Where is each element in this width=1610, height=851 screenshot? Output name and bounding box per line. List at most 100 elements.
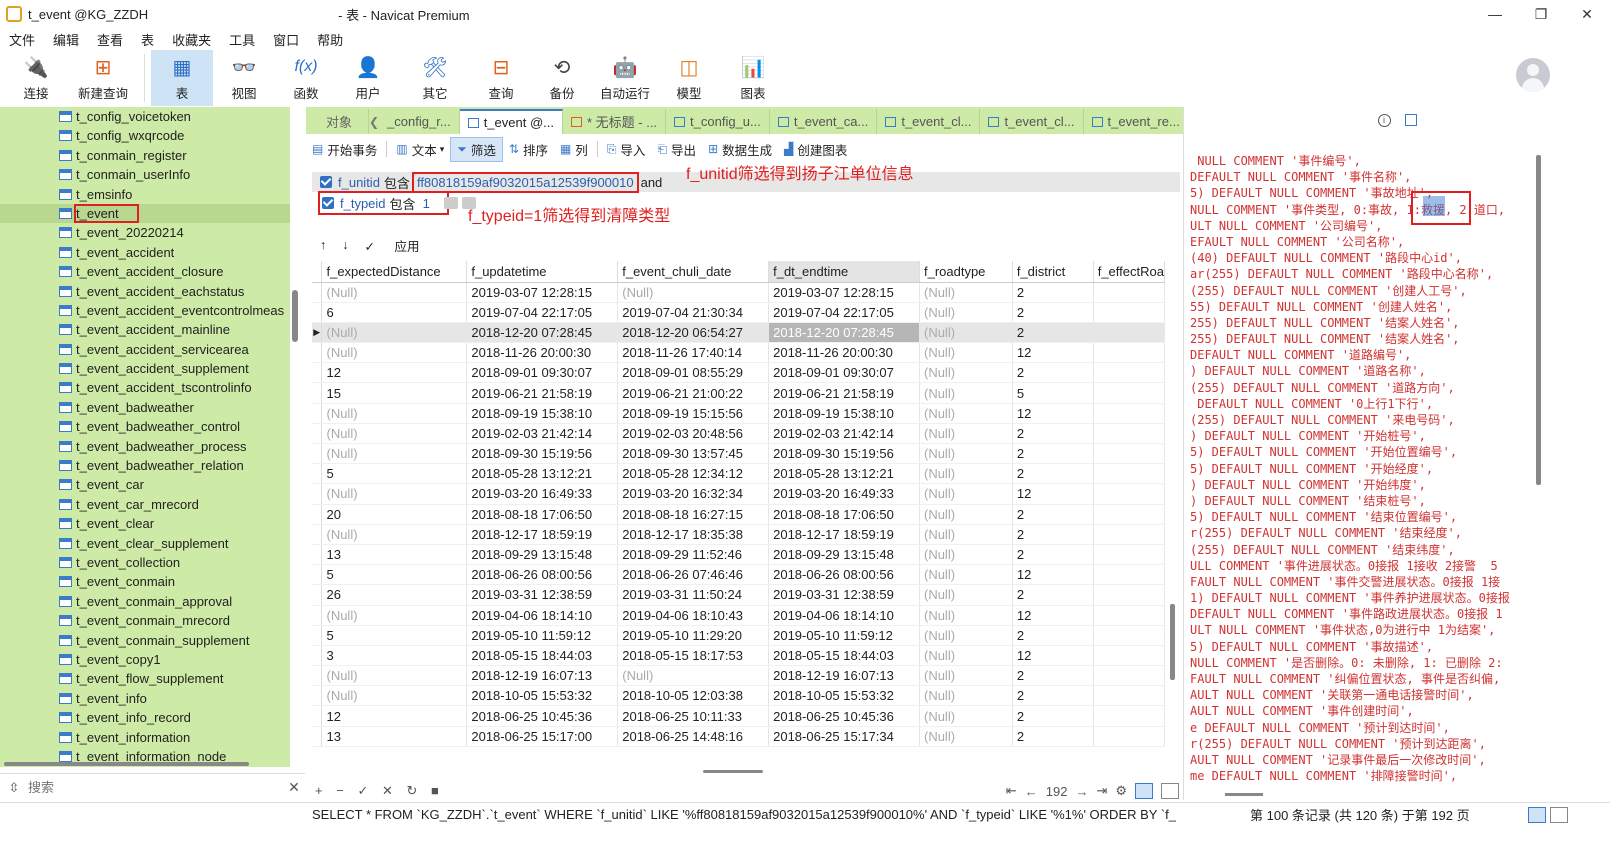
sidebar-item-t-event-accident-eachstatus[interactable]: t_event_accident_eachstatus bbox=[0, 282, 290, 301]
table-cell[interactable]: 2018-09-30 13:57:45 bbox=[617, 443, 770, 465]
table-cell[interactable]: 2018-12-19 16:07:13 bbox=[768, 665, 920, 687]
table-cell[interactable]: 2018-12-17 18:35:38 bbox=[617, 524, 770, 545]
sidebar-horizontal-scrollbar[interactable] bbox=[4, 762, 249, 766]
table-cell[interactable]: (Null) bbox=[919, 483, 1013, 505]
table-cell[interactable]: (Null) bbox=[919, 504, 1013, 525]
table-cell[interactable]: 12 bbox=[321, 705, 468, 727]
sidebar-item-t-conmain-userInfo[interactable]: t_conmain_userInfo bbox=[0, 165, 290, 184]
export-button[interactable]: ⎗ 导出 bbox=[651, 138, 702, 161]
table-cell[interactable]: (Null) bbox=[321, 685, 468, 707]
table-cell[interactable]: 2018-05-28 13:12:21 bbox=[466, 463, 619, 485]
table-cell[interactable]: 12 bbox=[321, 362, 468, 384]
table-cell[interactable]: (Null) bbox=[321, 322, 468, 344]
table-cell[interactable] bbox=[1093, 322, 1165, 344]
table-cell[interactable]: 2018-09-19 15:38:10 bbox=[466, 403, 619, 424]
sidebar-item-t-event-info[interactable]: t_event_info bbox=[0, 689, 290, 708]
next-page-icon[interactable]: → bbox=[1075, 784, 1088, 799]
row-indicator[interactable] bbox=[312, 302, 323, 323]
sidebar-item-t-event-accident-eventcontrolmeas[interactable]: t_event_accident_eventcontrolmeas bbox=[0, 301, 290, 320]
table-row[interactable]: (Null) 2018-11-26 20:00:30 2018-11-26 17:4… bbox=[312, 342, 1165, 364]
minimize-button[interactable]: — bbox=[1472, 0, 1518, 28]
table-row[interactable]: 20 2018-08-18 17:06:50 2018-08-18 16:27:15… bbox=[312, 504, 1165, 525]
row-indicator[interactable] bbox=[312, 382, 323, 404]
sidebar-item-t-event-accident-servicearea[interactable]: t_event_accident_servicearea bbox=[0, 340, 290, 359]
table-cell[interactable]: 2019-03-20 16:32:34 bbox=[617, 483, 770, 505]
row-indicator[interactable] bbox=[312, 564, 323, 586]
table-cell[interactable]: 2018-09-29 11:52:46 bbox=[617, 544, 770, 566]
table-cell[interactable]: 2018-06-26 07:46:46 bbox=[617, 564, 770, 586]
table-cell[interactable]: (Null) bbox=[919, 564, 1013, 586]
table-cell[interactable]: 2018-06-25 15:17:34 bbox=[768, 726, 920, 747]
table-cell[interactable]: 5 bbox=[1012, 382, 1094, 404]
column-header[interactable]: f_expectedDistance bbox=[321, 261, 468, 283]
table-cell[interactable]: 2 bbox=[1012, 685, 1094, 707]
ddl-icon[interactable] bbox=[1404, 114, 1417, 126]
info-icon[interactable]: i bbox=[1377, 113, 1391, 127]
table-cell[interactable] bbox=[1093, 302, 1165, 323]
sidebar-item-t-event-accident[interactable]: t_event_accident bbox=[0, 243, 290, 262]
sidebar-vertical-scrollbar[interactable] bbox=[292, 290, 298, 342]
table-cell[interactable]: 2018-05-15 18:44:03 bbox=[466, 645, 619, 667]
row-indicator[interactable]: ▶ bbox=[312, 322, 323, 344]
menu-favorites[interactable]: 收藏夹 bbox=[163, 30, 220, 49]
table-cell[interactable]: 2 bbox=[1012, 362, 1094, 384]
table-cell[interactable]: (Null) bbox=[919, 685, 1013, 707]
column-header[interactable]: f_effectRoa bbox=[1093, 261, 1165, 283]
table-cell[interactable]: (Null) bbox=[321, 423, 468, 445]
filter-conjunction[interactable]: and bbox=[641, 175, 663, 190]
move-up-icon[interactable]: ↑ bbox=[320, 238, 326, 252]
filter-button[interactable]: ⏷ 筛选 bbox=[450, 136, 503, 162]
row-indicator[interactable] bbox=[312, 524, 323, 545]
table-cell[interactable]: 2018-10-05 12:03:38 bbox=[617, 685, 770, 707]
table-cell[interactable]: 2019-05-10 11:59:12 bbox=[466, 625, 619, 646]
table-cell[interactable]: 12 bbox=[1012, 564, 1094, 586]
table-cell[interactable] bbox=[1093, 584, 1165, 606]
table-cell[interactable]: 2 bbox=[1012, 584, 1094, 606]
ddl-horizontal-scrollbar[interactable] bbox=[1225, 793, 1263, 796]
table-cell[interactable]: (Null) bbox=[919, 665, 1013, 687]
row-indicator[interactable] bbox=[312, 705, 323, 727]
table-cell[interactable]: (Null) bbox=[919, 605, 1013, 626]
table-cell[interactable] bbox=[1093, 463, 1165, 485]
text-button[interactable]: ▥ 文本 ▾ bbox=[390, 138, 450, 161]
sidebar-item-t-event-info-record[interactable]: t_event_info_record bbox=[0, 708, 290, 727]
object-search-input[interactable] bbox=[28, 780, 283, 795]
table-cell[interactable] bbox=[1093, 726, 1165, 747]
table-cell[interactable]: 2018-12-20 06:54:27 bbox=[617, 322, 770, 344]
table-cell[interactable]: 12 bbox=[1012, 342, 1094, 364]
table-cell[interactable]: 12 bbox=[1012, 403, 1094, 424]
table-cell[interactable]: (Null) bbox=[617, 282, 770, 303]
delete-record-icon[interactable]: − bbox=[336, 783, 344, 798]
table-cell[interactable]: 2018-09-30 15:19:56 bbox=[768, 443, 920, 465]
sidebar-item-t-event-flow-supplement[interactable]: t_event_flow_supplement bbox=[0, 669, 290, 688]
panel-toggle-icon[interactable] bbox=[1528, 806, 1546, 823]
row-indicator[interactable] bbox=[312, 362, 323, 384]
maximize-button[interactable]: ❐ bbox=[1518, 0, 1564, 28]
table-row[interactable]: (Null) 2018-10-05 15:53:32 2018-10-05 12:0… bbox=[312, 685, 1165, 707]
sidebar-item-t-event-copy1[interactable]: t_event_copy1 bbox=[0, 650, 290, 669]
table-cell[interactable]: 3 bbox=[321, 645, 468, 667]
table-cell[interactable]: 2018-11-26 17:40:14 bbox=[617, 342, 770, 364]
table-row[interactable]: 5 2018-05-28 13:12:21 2018-05-28 12:34:12 2… bbox=[312, 463, 1165, 485]
table-row[interactable]: 3 2018-05-15 18:44:03 2018-05-15 18:17:53 2… bbox=[312, 645, 1165, 667]
table-cell[interactable]: 2019-07-04 22:17:05 bbox=[466, 302, 619, 323]
sidebar-item-t-event-20220214[interactable]: t_event_20220214 bbox=[0, 223, 290, 242]
table-cell[interactable]: 2019-02-03 21:42:14 bbox=[466, 423, 619, 445]
table-cell[interactable]: 2 bbox=[1012, 282, 1094, 303]
filter-value[interactable]: 1 bbox=[420, 195, 433, 212]
table-row[interactable]: (Null) 2018-12-19 16:07:13 (Null) 2018-12-1… bbox=[312, 665, 1165, 687]
row-indicator[interactable] bbox=[312, 483, 323, 505]
table-cell[interactable]: 2019-02-03 21:42:14 bbox=[768, 423, 920, 445]
table-cell[interactable]: 2019-03-07 12:28:15 bbox=[466, 282, 619, 303]
filter-operator[interactable]: 包含 bbox=[384, 173, 410, 192]
table-cell[interactable]: (Null) bbox=[919, 322, 1013, 344]
table-cell[interactable]: 2018-12-17 18:59:19 bbox=[768, 524, 920, 545]
tab-config-u[interactable]: t_config_u... bbox=[666, 109, 770, 134]
table-row[interactable]: (Null) 2018-12-17 18:59:19 2018-12-17 18:3… bbox=[312, 524, 1165, 545]
table-row[interactable]: 12 2018-06-25 10:45:36 2018-06-25 10:11:33… bbox=[312, 705, 1165, 727]
table-cell[interactable]: (Null) bbox=[321, 403, 468, 424]
views-button[interactable]: 👓 视图 bbox=[213, 50, 275, 106]
table-cell[interactable]: (Null) bbox=[919, 726, 1013, 747]
table-cell[interactable]: 2018-08-18 17:06:50 bbox=[466, 504, 619, 525]
form-view-icon[interactable] bbox=[1161, 783, 1179, 799]
